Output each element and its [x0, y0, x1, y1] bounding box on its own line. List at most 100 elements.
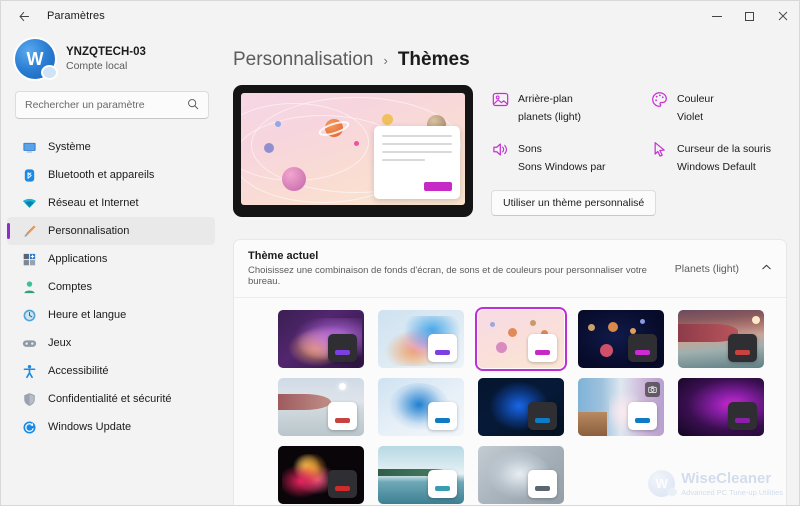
- theme-attributes: Arrière-plan planets (light) Couleur Vio…: [491, 85, 799, 217]
- theme-tile: [528, 402, 557, 430]
- maximize-icon: [745, 11, 754, 21]
- theme-thumbnail[interactable]: [578, 310, 664, 368]
- theme-thumbnail[interactable]: [478, 378, 564, 436]
- theme-thumbnail[interactable]: [378, 310, 464, 368]
- sidebar: W YNZQTECH-03 Compte local Rechercher un…: [1, 31, 221, 505]
- wisecleaner-watermark: W WiseCleaner Advanced PC Tune-up Utilit…: [648, 470, 783, 497]
- wifi-icon: [21, 195, 37, 211]
- sidebar-item-applications[interactable]: Applications: [7, 245, 215, 273]
- theme-thumbnail-spotlight[interactable]: [578, 378, 664, 436]
- search-box[interactable]: [15, 91, 209, 119]
- bluetooth-icon: [21, 167, 37, 183]
- attr-value: planets (light): [518, 111, 582, 123]
- account-section[interactable]: W YNZQTECH-03 Compte local: [1, 31, 221, 89]
- current-theme-header[interactable]: Thème actuel Choisissez une combinaison …: [234, 240, 786, 297]
- watermark-tagline: Advanced PC Tune-up Utilities: [681, 487, 783, 497]
- theme-tile: [728, 334, 757, 362]
- theme-attribute-background[interactable]: Arrière-plan planets (light): [491, 89, 640, 125]
- theme-thumbnail[interactable]: [278, 310, 364, 368]
- avatar: W: [15, 39, 56, 79]
- sidebar-item-windows-update[interactable]: Windows Update: [7, 413, 215, 441]
- attr-value: Windows Default: [677, 161, 756, 173]
- theme-thumbnail-selected[interactable]: [475, 307, 567, 371]
- page-title: Thèmes: [397, 49, 470, 70]
- breadcrumb-parent[interactable]: Personnalisation: [233, 49, 373, 71]
- theme-thumbnail[interactable]: [278, 378, 364, 436]
- chevron-up-icon[interactable]: [761, 262, 772, 276]
- theme-thumbnail[interactable]: [378, 378, 464, 436]
- minimize-icon: [711, 15, 722, 17]
- sidebar-label: Jeux: [48, 337, 72, 349]
- gamepad-icon: [21, 335, 37, 351]
- theme-tile: [328, 470, 357, 498]
- section-title: Thème actuel: [248, 250, 319, 262]
- sidebar-item-accessibilite[interactable]: Accessibilité: [7, 357, 215, 385]
- camera-icon: [645, 382, 660, 397]
- current-theme-value: Planets (light): [674, 262, 739, 275]
- section-subtitle: Choisissez une combinaison de fonds d'éc…: [248, 265, 647, 287]
- sidebar-label: Applications: [48, 253, 108, 265]
- attr-title: Arrière-plan: [518, 93, 573, 105]
- theme-tile: [528, 470, 557, 498]
- watermark-name: WiseCleaner: [681, 469, 772, 487]
- wallpaper-preview: [241, 93, 465, 205]
- search-icon: [187, 98, 199, 113]
- theme-thumbnail[interactable]: [278, 446, 364, 504]
- theme-tile: [628, 402, 657, 430]
- wisecleaner-logo-icon: W: [648, 470, 678, 497]
- theme-thumbnail[interactable]: [378, 446, 464, 504]
- sidebar-item-personnalisation[interactable]: Personnalisation: [7, 217, 215, 245]
- cursor-icon: [650, 140, 668, 158]
- theme-tile: [628, 334, 657, 362]
- sidebar-item-confidentialite[interactable]: Confidentialité et sécurité: [7, 385, 215, 413]
- maximize-button[interactable]: [733, 1, 766, 31]
- theme-preview-row: Arrière-plan planets (light) Couleur Vio…: [233, 85, 799, 217]
- close-icon: [778, 11, 787, 21]
- account-name: YNZQTECH-03: [66, 46, 146, 58]
- account-type: Compte local: [66, 60, 128, 72]
- sidebar-item-reseau[interactable]: Réseau et Internet: [7, 189, 215, 217]
- theme-tile: [428, 334, 457, 362]
- sidebar-label: Windows Update: [48, 421, 132, 433]
- watermark-letter: W: [655, 476, 668, 491]
- attr-title: Sons: [518, 143, 542, 155]
- sidebar-label: Bluetooth et appareils: [48, 169, 155, 181]
- sidebar-item-comptes[interactable]: Comptes: [7, 273, 215, 301]
- sidebar-label: Comptes: [48, 281, 93, 293]
- sidebar-item-systeme[interactable]: Système: [7, 133, 215, 161]
- back-button[interactable]: [11, 3, 37, 29]
- breadcrumb: Personnalisation › Thèmes: [233, 31, 799, 85]
- theme-attribute-sounds[interactable]: Sons Sons Windows par: [491, 139, 640, 175]
- theme-attribute-cursor[interactable]: Curseur de la souris Windows Default: [650, 139, 799, 175]
- clock-icon: [21, 307, 37, 323]
- sidebar-label: Heure et langue: [48, 309, 127, 321]
- sidebar-item-bluetooth[interactable]: Bluetooth et appareils: [7, 161, 215, 189]
- theme-thumbnail[interactable]: [478, 446, 564, 504]
- window-controls: [700, 1, 799, 31]
- sound-icon: [491, 140, 509, 158]
- person-icon: [21, 279, 37, 295]
- close-button[interactable]: [766, 1, 799, 31]
- window-body: W YNZQTECH-03 Compte local Rechercher un…: [1, 31, 799, 505]
- search-input[interactable]: [25, 99, 187, 111]
- accessibility-icon: [21, 363, 37, 379]
- minimize-button[interactable]: [700, 1, 733, 31]
- theme-thumbnail[interactable]: [678, 378, 764, 436]
- theme-attribute-color[interactable]: Couleur Violet: [650, 89, 799, 125]
- sidebar-item-heure[interactable]: Heure et langue: [7, 301, 215, 329]
- sidebar-item-jeux[interactable]: Jeux: [7, 329, 215, 357]
- sidebar-label: Accessibilité: [48, 365, 109, 377]
- theme-tile: [528, 334, 557, 362]
- shield-icon: [21, 391, 37, 407]
- sidebar-label: Personnalisation: [48, 225, 130, 237]
- attr-value: Sons Windows par: [518, 161, 606, 173]
- current-theme-card: Thème actuel Choisissez une combinaison …: [233, 239, 787, 505]
- use-custom-theme-button[interactable]: Utiliser un thème personnalisé: [491, 190, 657, 216]
- theme-thumbnail[interactable]: [678, 310, 764, 368]
- theme-tile: [328, 402, 357, 430]
- breadcrumb-separator: ›: [383, 53, 388, 68]
- palette-icon: [650, 90, 668, 108]
- window-title: Paramètres: [47, 10, 105, 22]
- sidebar-label: Confidentialité et sécurité: [48, 393, 172, 405]
- image-icon: [491, 90, 509, 108]
